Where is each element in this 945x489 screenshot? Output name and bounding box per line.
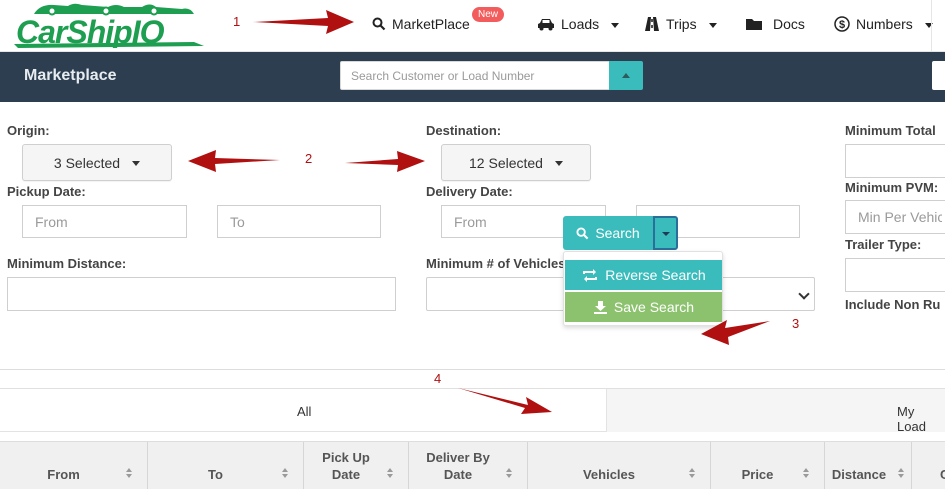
column-header-price[interactable]: Price xyxy=(711,442,825,489)
screen: CarShipIO MarketPlace New Loads Trips Do… xyxy=(0,0,945,489)
tab-all[interactable]: All xyxy=(0,389,607,432)
delivery-date-label: Delivery Date: xyxy=(426,184,513,199)
tab-all-label: All xyxy=(297,404,312,419)
min-distance-input[interactable] xyxy=(7,277,396,311)
annotation-label: 1 xyxy=(233,14,241,29)
table-header: From To Pick Up Date Deliver By Date Veh… xyxy=(0,441,945,489)
destination-label: Destination: xyxy=(426,123,502,138)
column-header-from[interactable]: From xyxy=(0,442,148,489)
min-vehicles-label: Minimum # of Vehicles: xyxy=(426,256,570,271)
sort-icon xyxy=(282,468,289,480)
trailer-type-label: Trailer Type: xyxy=(845,237,922,252)
sort-icon xyxy=(689,468,696,480)
origin-label: Origin: xyxy=(7,123,50,138)
column-header-label: Distance xyxy=(831,466,887,482)
origin-dropdown[interactable]: 3 Selected xyxy=(22,144,172,181)
column-header-distance[interactable]: Distance xyxy=(825,442,912,489)
destination-dropdown[interactable]: 12 Selected xyxy=(441,144,591,181)
save-search-label: Save Search xyxy=(613,299,695,315)
nav-marketplace-label: MarketPlace xyxy=(392,16,470,32)
nav-loads[interactable]: Loads xyxy=(537,13,620,35)
annotation-label: 3 xyxy=(792,316,800,331)
column-header-label: Vehicles xyxy=(582,466,636,482)
nav-loads-label: Loads xyxy=(561,16,600,32)
column-header-to[interactable]: To xyxy=(148,442,304,489)
column-header-deliver-by[interactable]: Deliver By Date xyxy=(409,442,528,489)
page-title: Marketplace xyxy=(24,67,117,84)
search-options-toggle[interactable] xyxy=(653,216,678,250)
save-search-button[interactable]: Save Search xyxy=(565,292,722,322)
pickup-to-input[interactable] xyxy=(217,205,381,238)
search-button-label: Search xyxy=(595,225,640,241)
folder-icon xyxy=(746,19,762,30)
nav-docs[interactable]: Docs xyxy=(745,13,805,35)
reverse-search-label: Reverse Search xyxy=(605,267,706,283)
load-tabs: All My Load xyxy=(0,388,945,434)
sort-icon xyxy=(506,468,513,480)
dollar-icon: $ xyxy=(834,16,850,32)
search-icon xyxy=(372,17,386,31)
car-icon xyxy=(538,19,554,31)
svg-text:$: $ xyxy=(839,19,845,31)
search-button[interactable]: Search xyxy=(563,216,653,250)
sort-icon xyxy=(803,468,810,480)
include-non-running-label: Include Non Ru xyxy=(845,297,941,312)
search-icon xyxy=(576,226,589,239)
column-header-label: Date xyxy=(331,467,361,482)
min-total-input[interactable] xyxy=(845,144,945,178)
column-header-label: Price xyxy=(741,466,774,482)
min-total-label: Minimum Total xyxy=(845,123,936,138)
search-options-menu: Reverse Search Save Search xyxy=(563,251,723,326)
chevron-down-icon xyxy=(708,22,717,28)
annotation-label: 2 xyxy=(305,151,313,166)
column-header-label: Pick Up xyxy=(322,450,370,465)
pickup-date-label: Pickup Date: xyxy=(7,184,86,199)
column-header-pickup-date[interactable]: Pick Up Date xyxy=(304,442,409,489)
road-icon xyxy=(645,17,659,31)
top-nav: CarShipIO MarketPlace New Loads Trips Do… xyxy=(0,0,945,52)
retweet-icon xyxy=(583,268,598,282)
sort-icon xyxy=(898,468,905,480)
nav-marketplace[interactable]: MarketPlace xyxy=(372,13,470,35)
new-badge: New xyxy=(472,7,505,22)
annotation-label: 4 xyxy=(434,371,442,386)
search-toggle-button[interactable] xyxy=(609,61,643,90)
origin-dropdown-value: 3 Selected xyxy=(53,154,121,171)
column-header-label: Deliver By xyxy=(426,450,490,465)
sort-icon xyxy=(126,468,133,480)
nav-trips-label: Trips xyxy=(666,16,697,32)
min-distance-label: Minimum Distance: xyxy=(7,256,127,271)
column-header-label: Date xyxy=(443,467,473,482)
nav-trips[interactable]: Trips xyxy=(644,13,717,35)
reverse-search-button[interactable]: Reverse Search xyxy=(565,260,722,290)
column-header-label: C xyxy=(940,466,945,482)
nav-numbers-label: Numbers xyxy=(856,16,913,32)
carshipio-logo[interactable]: CarShipIO xyxy=(14,2,206,48)
pickup-from-input[interactable] xyxy=(22,205,187,238)
filter-panel: Origin: 3 Selected Destination: 12 Selec… xyxy=(0,102,945,370)
sort-icon xyxy=(387,468,394,480)
chevron-down-icon xyxy=(611,22,620,28)
download-icon xyxy=(593,300,607,314)
search-input[interactable] xyxy=(340,61,610,90)
chevron-down-icon xyxy=(132,161,141,166)
nav-numbers[interactable]: $ Numbers xyxy=(834,13,933,35)
column-header-label: From xyxy=(47,466,80,482)
destination-dropdown-value: 12 Selected xyxy=(469,154,543,171)
secondary-search-input[interactable] xyxy=(932,61,945,90)
marketplace-bar: Marketplace xyxy=(0,52,945,102)
column-header-label: To xyxy=(208,466,223,482)
column-header-vehicles[interactable]: Vehicles xyxy=(528,442,711,489)
chevron-down-icon xyxy=(554,161,563,166)
tab-my-loads[interactable]: My Load xyxy=(897,404,945,434)
min-pvm-label: Minimum PVM: xyxy=(845,180,939,195)
nav-docs-label: Docs xyxy=(773,16,805,32)
min-pvm-input[interactable] xyxy=(845,200,945,234)
trailer-type-input[interactable] xyxy=(845,258,945,292)
nav-divider xyxy=(931,0,932,52)
column-header-extra[interactable]: C xyxy=(912,442,945,489)
